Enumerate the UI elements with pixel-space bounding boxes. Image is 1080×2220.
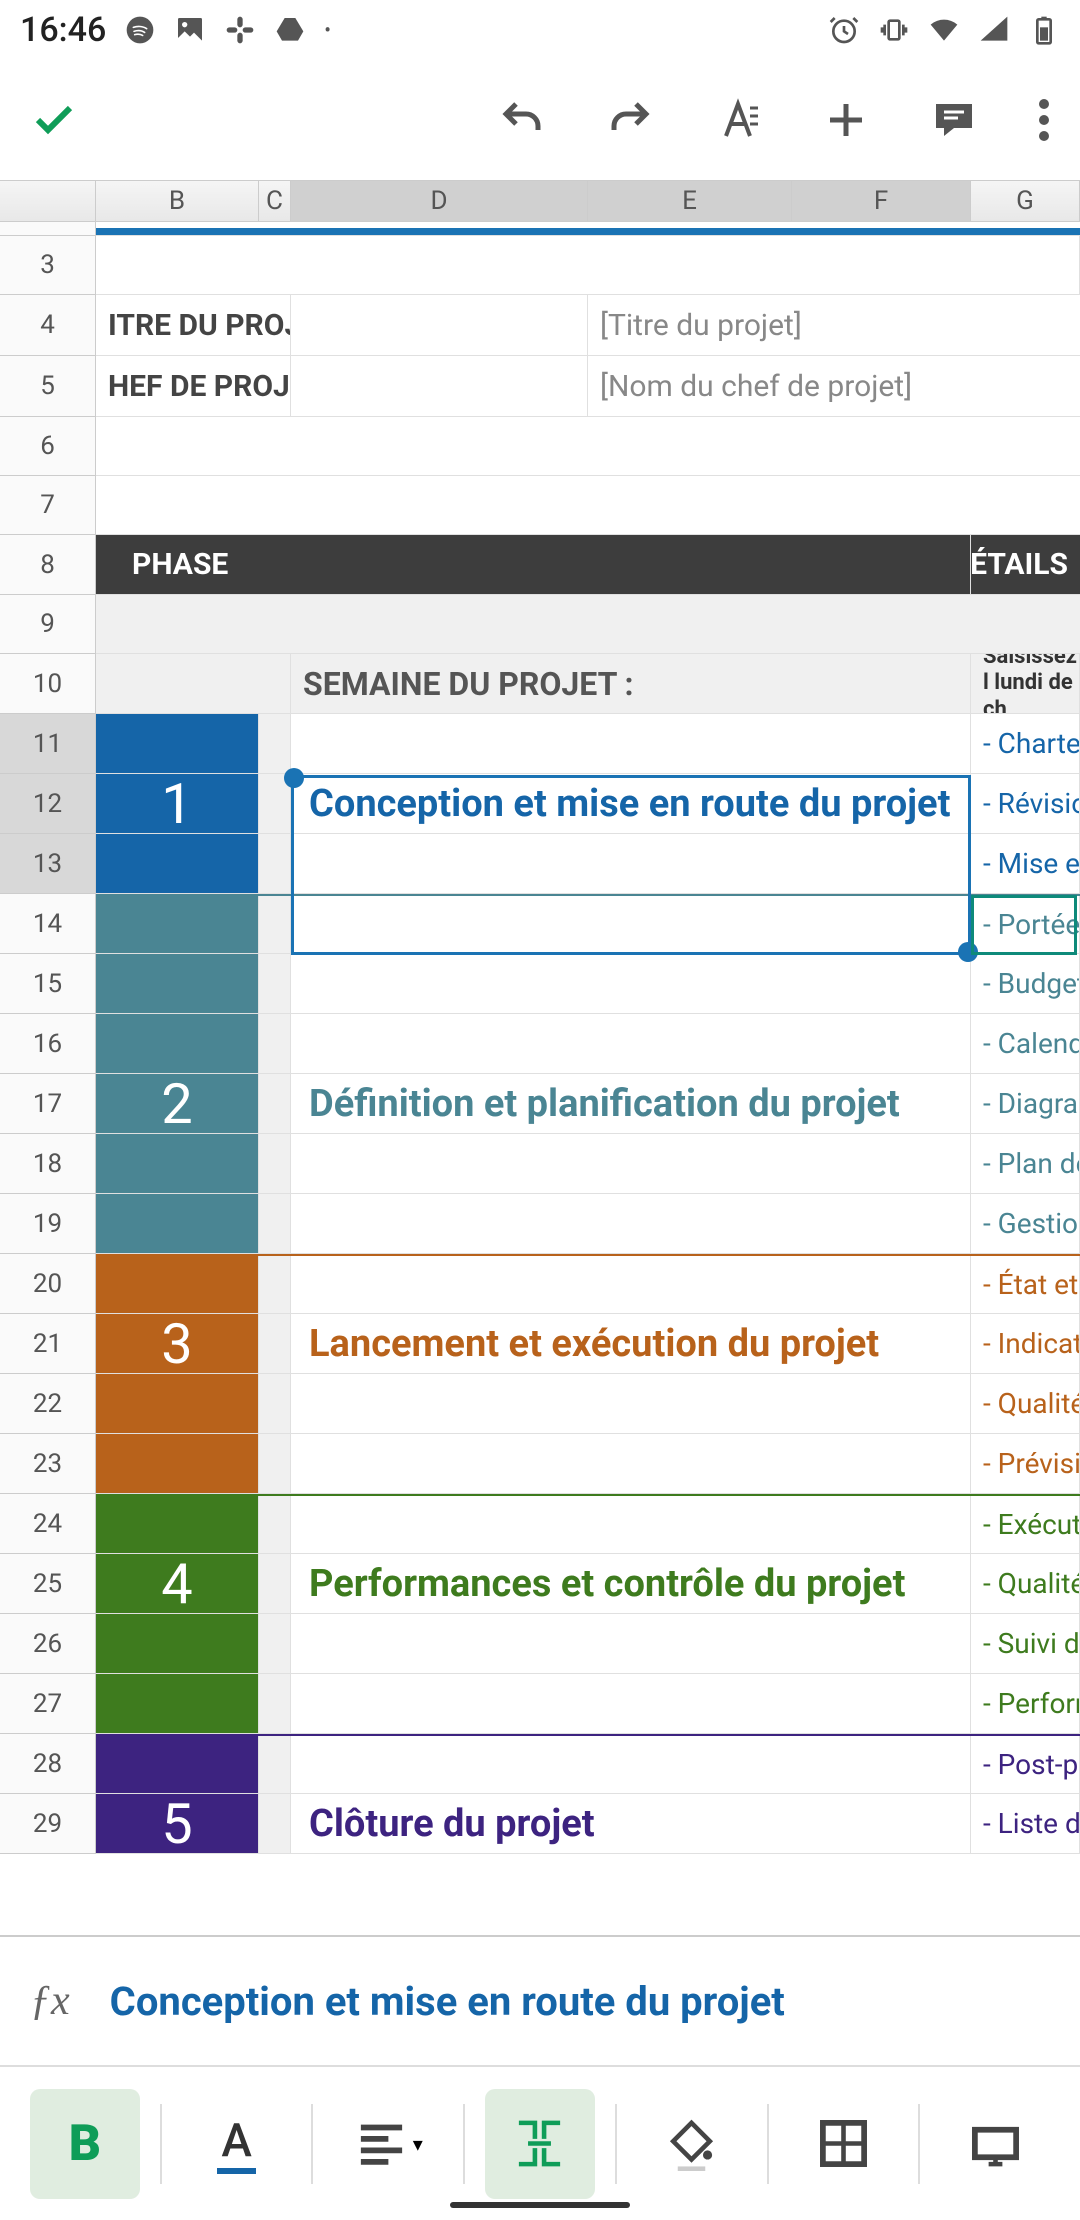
align-button[interactable]: ▾ bbox=[333, 2089, 443, 2199]
status-bar: 16:46 • bbox=[0, 0, 1080, 60]
more-icon[interactable] bbox=[1038, 96, 1050, 144]
redo-icon[interactable] bbox=[606, 96, 654, 144]
more-format-button[interactable] bbox=[940, 2089, 1050, 2199]
merge-button[interactable] bbox=[485, 2089, 595, 2199]
photos-icon bbox=[174, 14, 206, 46]
vibrate-icon bbox=[878, 14, 910, 46]
signal-icon bbox=[978, 14, 1010, 46]
bold-button[interactable]: B bbox=[30, 2089, 140, 2199]
spreadsheet[interactable]: B C D E F G 3 4 5 6 7 8 9 10 11 12 13 14… bbox=[0, 180, 1080, 1860]
home-indicator[interactable] bbox=[450, 2202, 630, 2208]
formula-text[interactable]: Conception et mise en route du projet bbox=[110, 1978, 785, 2025]
alarm-icon bbox=[828, 14, 860, 46]
slack-icon bbox=[224, 14, 256, 46]
text-format-icon[interactable] bbox=[714, 96, 762, 144]
corner-cell[interactable] bbox=[0, 181, 96, 221]
fill-color-button[interactable] bbox=[637, 2089, 747, 2199]
formula-bar[interactable]: ƒx Conception et mise en route du projet bbox=[0, 1935, 1080, 2065]
plus-icon[interactable] bbox=[822, 96, 870, 144]
comment-icon[interactable] bbox=[930, 96, 978, 144]
spotify-icon bbox=[124, 14, 156, 46]
grid[interactable]: ITRE DU PROJET [Titre du projet] HEF DE … bbox=[96, 222, 1080, 1854]
column-headers: B C D E F G bbox=[0, 180, 1080, 222]
wifi-icon bbox=[928, 14, 960, 46]
text-color-button[interactable]: A bbox=[182, 2089, 292, 2199]
drive-icon bbox=[274, 14, 306, 46]
dot-icon: • bbox=[324, 18, 331, 42]
undo-icon[interactable] bbox=[498, 96, 546, 144]
clock: 16:46 bbox=[20, 10, 106, 50]
app-toolbar bbox=[0, 60, 1080, 180]
confirm-icon[interactable] bbox=[30, 96, 78, 144]
fx-icon: ƒx bbox=[30, 1977, 70, 2025]
borders-button[interactable] bbox=[788, 2089, 898, 2199]
row-headers: 3 4 5 6 7 8 9 10 11 12 13 14 15 16 17 18… bbox=[0, 222, 96, 1854]
battery-icon bbox=[1028, 14, 1060, 46]
format-bar: B A ▾ bbox=[0, 2065, 1080, 2220]
